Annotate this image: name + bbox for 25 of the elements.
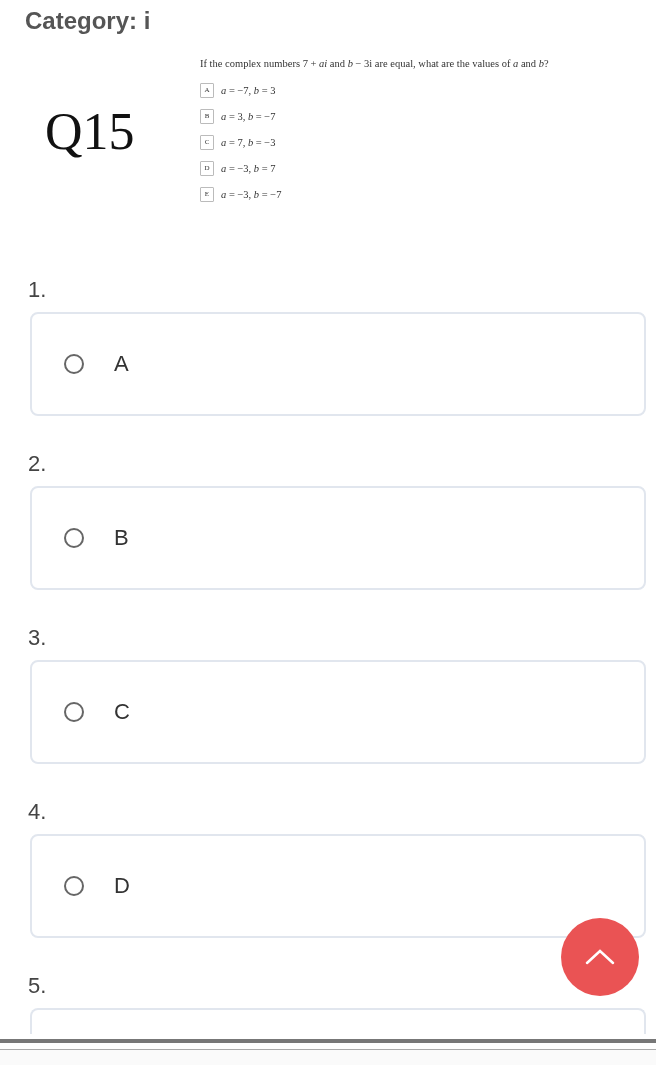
answer-number: 2. bbox=[28, 450, 48, 478]
answer-number: 3. bbox=[28, 624, 48, 652]
answer-card[interactable]: A bbox=[30, 312, 646, 416]
answer-number: 5. bbox=[28, 972, 48, 1000]
question-number: Q15 bbox=[44, 102, 136, 162]
choice-text: a = −7, b = 3 bbox=[221, 84, 276, 96]
question-text: If the complex numbers 7 + ai and b − 3i are equal, what are the values of a and b? bbox=[200, 58, 549, 69]
radio-button[interactable] bbox=[64, 876, 84, 896]
radio-button[interactable] bbox=[64, 702, 84, 722]
answer-number: 1. bbox=[28, 276, 48, 304]
choice-text: a = −3, b = −7 bbox=[221, 188, 282, 200]
option-label: B bbox=[114, 525, 129, 551]
radio-button[interactable] bbox=[64, 354, 84, 374]
chevron-up-icon bbox=[585, 949, 615, 965]
option-label: D bbox=[114, 873, 130, 899]
answer-card[interactable]: C bbox=[30, 660, 646, 764]
radio-button[interactable] bbox=[64, 528, 84, 548]
option-label: C bbox=[114, 699, 130, 725]
category-title: Category: i bbox=[24, 6, 152, 36]
answer-card[interactable]: B bbox=[30, 486, 646, 590]
choice-text: a = −3, b = 7 bbox=[221, 162, 276, 174]
choice-text: a = 7, b = −3 bbox=[221, 136, 276, 148]
option-label: A bbox=[114, 351, 129, 377]
choice-text: a = 3, b = −7 bbox=[221, 110, 276, 122]
answer-number: 4. bbox=[28, 798, 48, 826]
